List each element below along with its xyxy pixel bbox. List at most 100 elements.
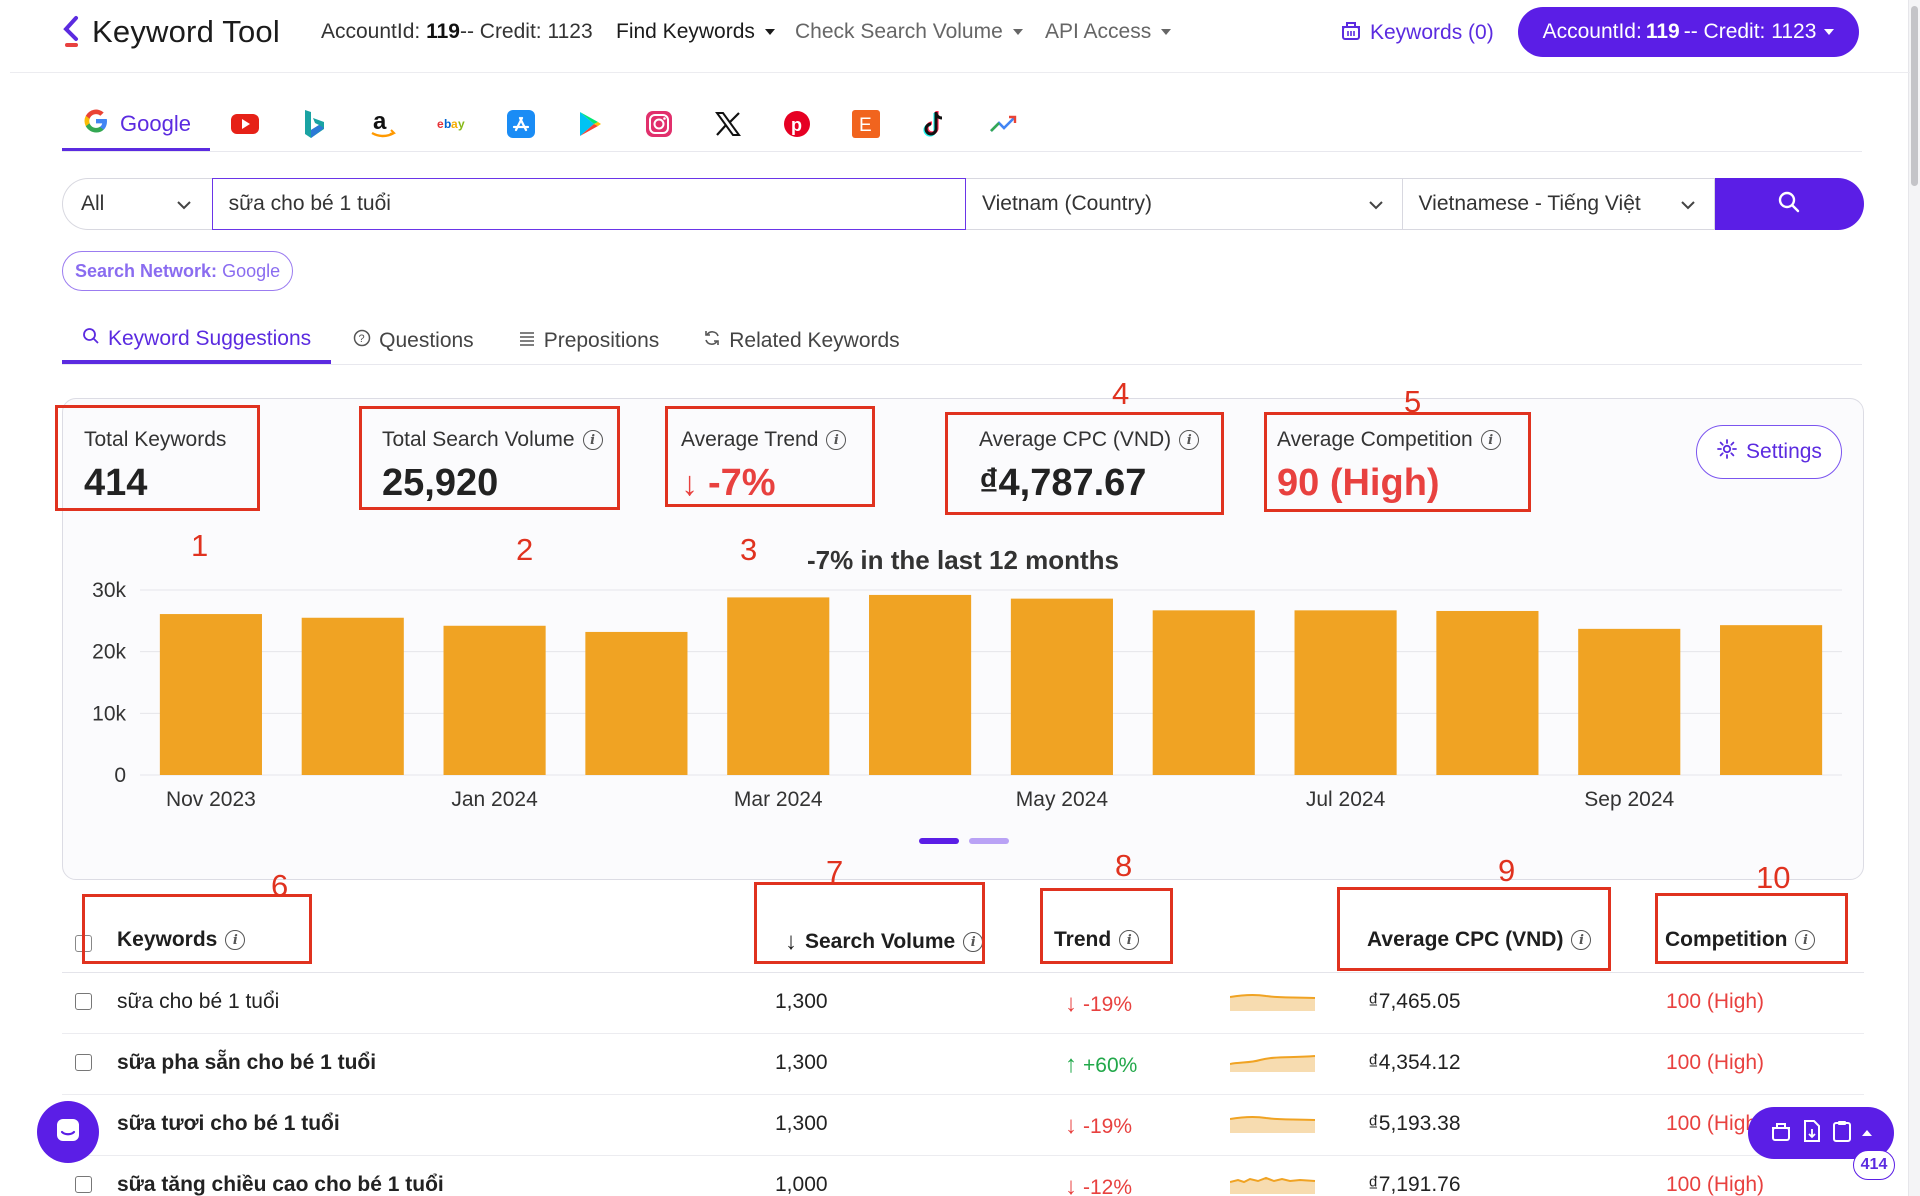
logo[interactable]: Keyword Tool: [62, 12, 280, 52]
nav-api-access[interactable]: API Access: [1045, 20, 1172, 44]
source-tab-play-store[interactable]: [555, 103, 624, 149]
nav-find-keywords[interactable]: Find Keywords: [616, 20, 775, 44]
account-button-prefix: AccountId:: [1542, 20, 1642, 43]
table-row[interactable]: sữa pha sẵn cho bé 1 tuổi 1,300 ↑ +60% ₫4,35…: [62, 1034, 1864, 1095]
scrollbar-thumb[interactable]: [1911, 6, 1918, 186]
annotation-box-9: [1337, 887, 1611, 971]
clipboard-icon[interactable]: [1832, 1120, 1852, 1147]
refresh-icon: [703, 329, 721, 353]
average-cpc-cell: ₫7,465.05: [1368, 990, 1461, 1013]
annotation-number-10: 10: [1756, 860, 1791, 895]
chart-bar: [1010, 598, 1113, 775]
average-cpc-cell: ₫4,354.12: [1368, 1051, 1461, 1074]
search-volume-bar-chart: 0 10k 20k 30k Nov 2023 Jan 2024 Mar 2024 May 20…: [92, 579, 1842, 811]
chart-page-dot-1[interactable]: [919, 838, 959, 844]
row-checkbox[interactable]: [75, 1176, 92, 1193]
keyword-cell[interactable]: sữa tươi cho bé 1 tuổi: [117, 1112, 340, 1136]
keyword-cell[interactable]: sữa cho bé 1 tuổi: [117, 990, 279, 1014]
search-volume-cell: 1,300: [775, 1112, 828, 1135]
y-tick-label: 10k: [92, 702, 126, 725]
x-tick-label: Mar 2024: [734, 788, 823, 811]
tab-keyword-suggestions[interactable]: Keyword Suggestions: [62, 318, 332, 364]
source-tab-instagram[interactable]: [624, 103, 693, 149]
table-row[interactable]: sữa cho bé 1 tuổi 1,300 ↓ -19% ₫7,465.05 100 …: [62, 973, 1864, 1034]
language-value: Vietnamese - Tiếng Việt: [1418, 192, 1641, 215]
chat-support-button[interactable]: [37, 1101, 99, 1163]
row-checkbox[interactable]: [75, 1054, 92, 1071]
down-arrow-icon: ↓: [1065, 1112, 1077, 1139]
y-tick-label: 0: [114, 764, 126, 787]
source-tab-ebay[interactable]: ebay: [417, 103, 486, 149]
average-cpc-cell: ₫5,193.38: [1368, 1112, 1461, 1135]
chart-page-dot-2[interactable]: [969, 838, 1009, 844]
row-checkbox[interactable]: [75, 993, 92, 1010]
x-twitter-icon: [714, 111, 741, 142]
trend-cell: ↑ +60%: [1065, 1051, 1137, 1079]
source-tab-pinterest[interactable]: p: [762, 103, 831, 149]
tab-questions-label: Questions: [379, 329, 474, 352]
account-dropdown-button[interactable]: AccountId: 119 -- Credit: 1123: [1518, 7, 1859, 57]
chart-bar: [727, 597, 830, 775]
language-select[interactable]: Vietnamese - Tiếng Việt: [1402, 178, 1715, 230]
keywords-basket-label: Keywords (0): [1370, 21, 1494, 44]
country-value: Vietnam (Country): [981, 192, 1152, 215]
competition-cell: 100 (High): [1666, 990, 1765, 1013]
selected-count-badge: 414: [1853, 1150, 1895, 1180]
trend-cell: ↓ -19%: [1065, 1112, 1132, 1140]
page-scrollbar[interactable]: [1908, 0, 1920, 1196]
trend-sparkline: [1230, 1055, 1316, 1072]
tiktok-icon: [922, 110, 948, 143]
nav-check-search-volume[interactable]: Check Search Volume: [795, 20, 1023, 44]
competition-cell: 100 (High): [1666, 1173, 1765, 1196]
source-tab-app-store[interactable]: [486, 103, 555, 149]
x-tick-label: Nov 2023: [166, 788, 256, 811]
youtube-icon: [230, 113, 259, 140]
chart-bar: [301, 617, 404, 775]
source-tab-bing[interactable]: [279, 103, 348, 149]
trend-sparkline: [1230, 1115, 1316, 1133]
search-button[interactable]: [1714, 178, 1864, 230]
table-row[interactable]: sữa tươi cho bé 1 tuổi 1,300 ↓ -19% ₫5,193.3…: [62, 1095, 1864, 1156]
annotation-number-4: 4: [1112, 376, 1130, 411]
caret-down-icon: [1012, 29, 1023, 35]
source-tab-tiktok[interactable]: [900, 103, 969, 149]
search-bar: All sữa cho bé 1 tuổi Vietnam (Country) …: [62, 178, 1864, 230]
source-tab-amazon[interactable]: a: [348, 103, 417, 149]
source-tab-trends[interactable]: [969, 103, 1038, 149]
export-file-icon[interactable]: [1802, 1119, 1822, 1147]
source-tab-youtube[interactable]: [210, 103, 279, 149]
result-subtabs: Keyword Suggestions ? Questions Prepositi…: [62, 318, 944, 364]
keyword-search-input[interactable]: sữa cho bé 1 tuổi: [211, 178, 966, 230]
country-select[interactable]: Vietnam (Country): [965, 178, 1403, 230]
trend-value: +60%: [1083, 1054, 1138, 1077]
chart-bar: [869, 594, 972, 775]
trends-icon: [989, 113, 1019, 140]
tab-prepositions[interactable]: Prepositions: [518, 318, 659, 364]
annotation-number-5: 5: [1404, 384, 1422, 419]
tab-related-keywords[interactable]: Related Keywords: [703, 318, 900, 364]
svg-text:E: E: [859, 115, 872, 136]
search-network-pill[interactable]: Search Network: Google: [62, 251, 294, 291]
keyword-cell[interactable]: sữa pha sẵn cho bé 1 tuổi: [117, 1051, 376, 1075]
annotation-box-8: [1040, 888, 1173, 964]
chart-bar: [1720, 625, 1823, 775]
question-circle-icon: ?: [353, 329, 371, 353]
source-tab-x[interactable]: [693, 103, 762, 149]
chat-icon: [53, 1115, 83, 1150]
keyword-cell[interactable]: sữa tăng chiều cao cho bé 1 tuổi: [117, 1173, 444, 1196]
tab-related-keywords-label: Related Keywords: [729, 329, 900, 352]
search-type-select[interactable]: All: [62, 178, 212, 230]
caret-up-icon[interactable]: [1862, 1130, 1872, 1136]
table-row[interactable]: sữa tăng chiều cao cho bé 1 tuổi 1,000 ↓ -1…: [62, 1156, 1864, 1196]
svg-text:?: ?: [359, 333, 365, 345]
source-tab-etsy[interactable]: E: [831, 103, 900, 149]
source-tabs-divider: [62, 151, 1862, 152]
keywords-basket-link[interactable]: Keywords (0): [1340, 19, 1494, 47]
tab-questions[interactable]: ? Questions: [353, 318, 474, 364]
settings-button[interactable]: Settings: [1696, 425, 1842, 479]
basket-icon[interactable]: [1770, 1120, 1792, 1147]
annotation-box-5: [1264, 412, 1531, 512]
basket-icon: [1340, 19, 1362, 47]
source-tab-google[interactable]: Google: [62, 100, 210, 152]
y-tick-label: 20k: [92, 641, 126, 664]
